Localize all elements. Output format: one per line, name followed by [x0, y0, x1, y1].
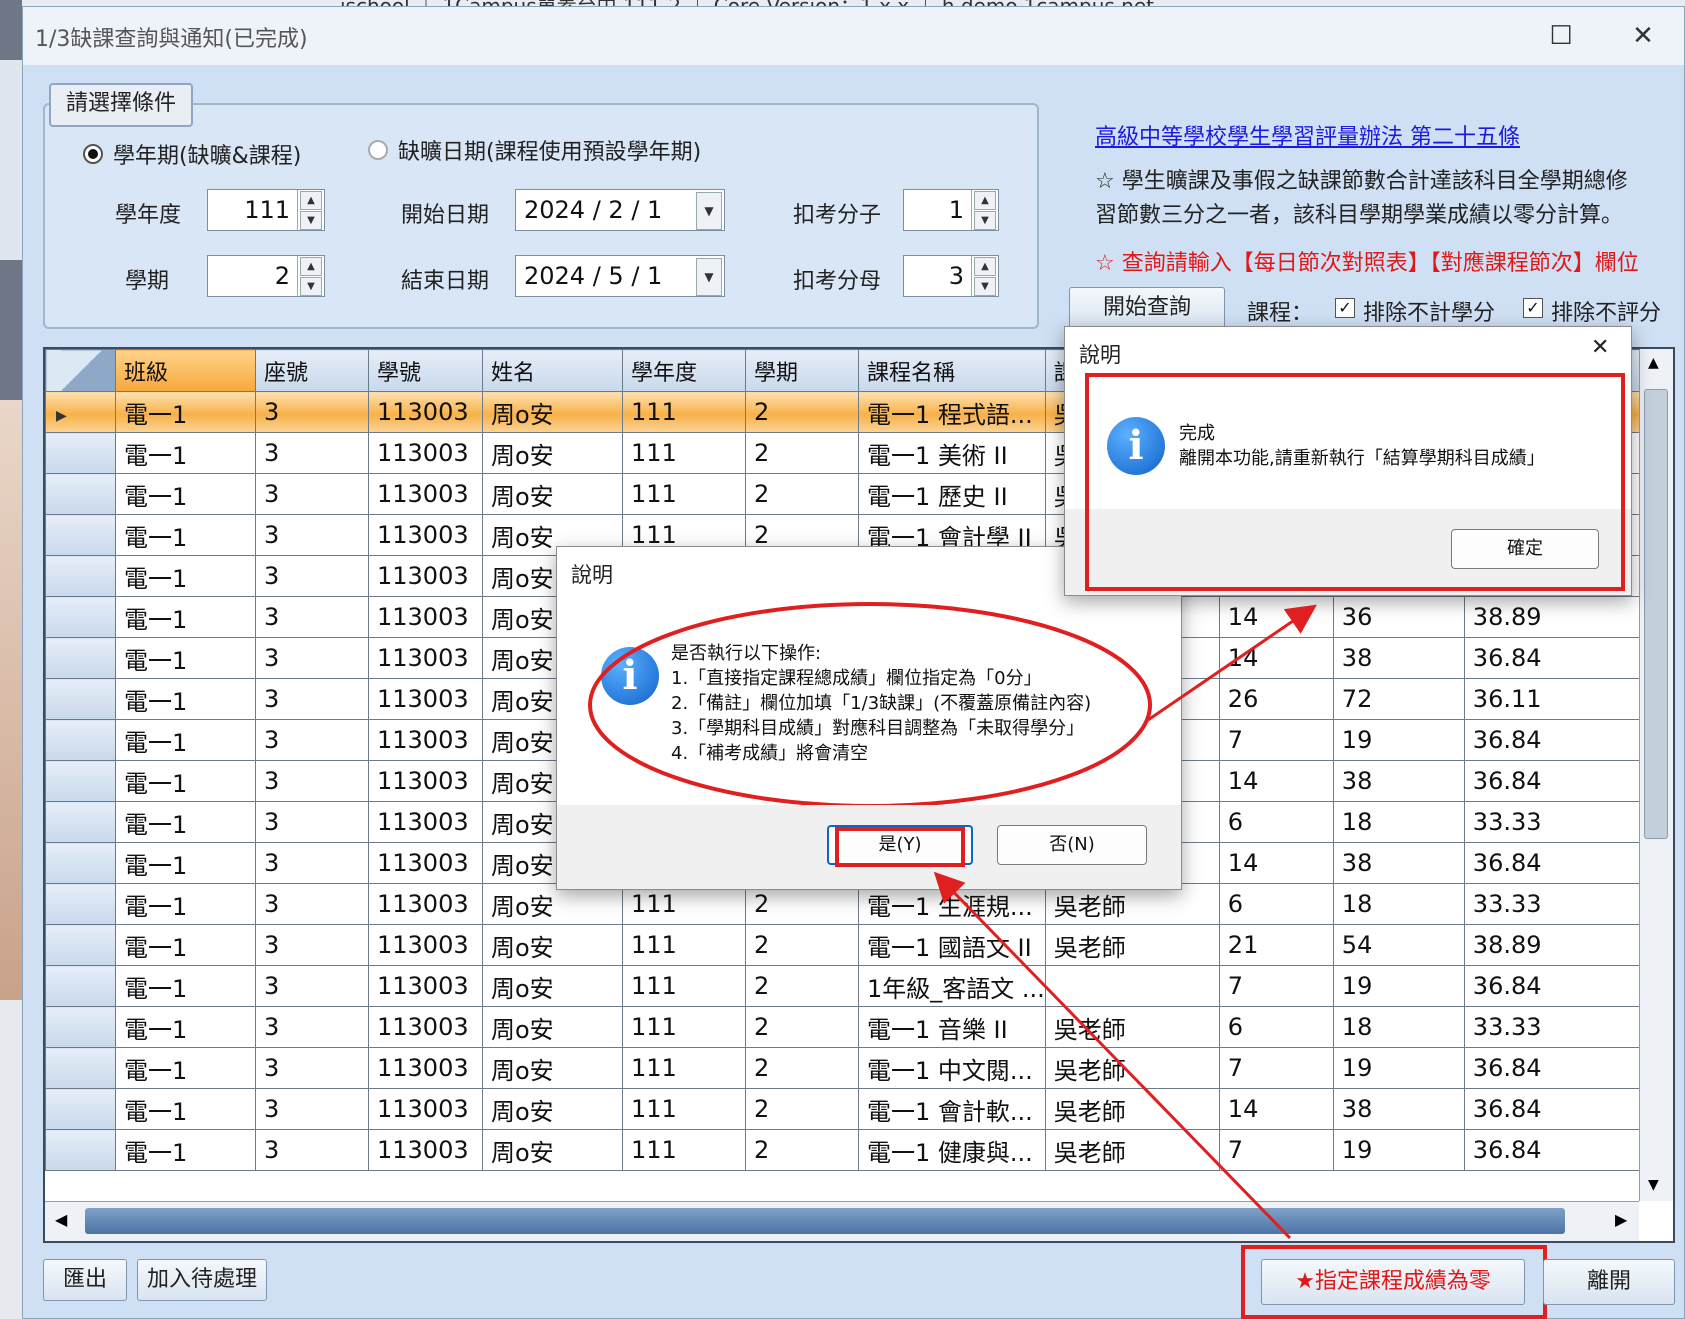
annotation-arrows: [933, 604, 1317, 1240]
